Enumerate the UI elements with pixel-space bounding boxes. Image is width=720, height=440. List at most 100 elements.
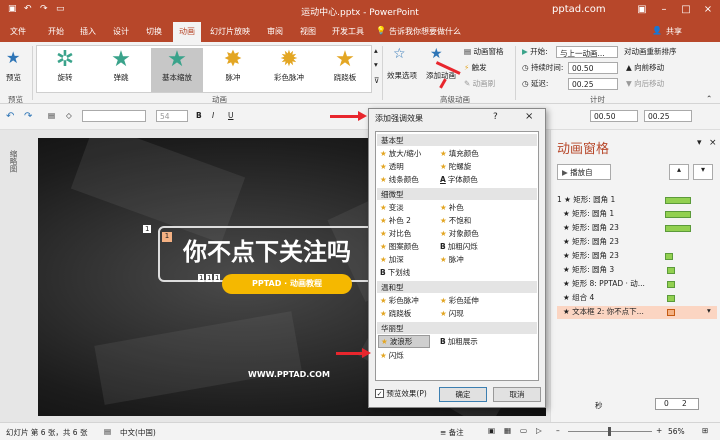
- effect-grow-with-color[interactable]: ★ 彩色延伸: [440, 295, 479, 306]
- slideshow-icon[interactable]: ▷: [536, 426, 542, 435]
- gallery-scroll-up-icon[interactable]: ▴: [374, 46, 378, 55]
- maximize-button[interactable]: □: [678, 3, 694, 17]
- tab-developer[interactable]: 开发工具: [332, 26, 364, 37]
- redo-icon[interactable]: ↷: [24, 111, 32, 122]
- effect-grow-shrink[interactable]: ★ 放大/缩小: [380, 148, 421, 159]
- slide-title[interactable]: 你不点下关注吗: [183, 232, 351, 267]
- tab-home[interactable]: 开始: [48, 26, 64, 37]
- effect-pattern-color[interactable]: ★ 图案颜色: [380, 241, 419, 252]
- close-button[interactable]: ×: [700, 3, 716, 17]
- zoom-in-icon[interactable]: +: [656, 426, 662, 435]
- animation-list-item[interactable]: ★ 矩形: 圆角 23: [557, 250, 717, 263]
- effect-complementary-2[interactable]: ★ 补色 2: [380, 215, 411, 226]
- item-dropdown-icon[interactable]: ▾: [707, 306, 711, 315]
- effect-transparency[interactable]: ★ 透明: [380, 161, 404, 172]
- effect-object-color[interactable]: ★ 对象颜色: [440, 228, 479, 239]
- font-size-input[interactable]: 54: [156, 110, 188, 122]
- gallery-item-spin[interactable]: ✲ 旋转: [39, 48, 91, 92]
- duration-spin[interactable]: 00.50: [590, 110, 638, 122]
- move-later-button[interactable]: ▼ 向后移动: [626, 78, 664, 89]
- pane-options-icon[interactable]: ▾: [697, 138, 702, 148]
- duration-input[interactable]: 00.50: [568, 62, 618, 74]
- animation-list-item[interactable]: ★ 矩形 8: PPTAD · 动...: [557, 278, 717, 291]
- notes-button[interactable]: ≡ 备注: [440, 427, 464, 438]
- animation-list-item-selected[interactable]: ★ 文本框 2: 你不点下... ▾: [557, 306, 717, 319]
- effect-line-color[interactable]: ★ 线条颜色: [380, 174, 419, 185]
- font-family-select[interactable]: [82, 110, 146, 122]
- shape-icon[interactable]: ◇: [66, 111, 72, 120]
- ribbon-display-icon[interactable]: ▣: [634, 3, 650, 17]
- tab-slideshow[interactable]: 幻灯片放映: [210, 26, 250, 37]
- effect-contrasting-color[interactable]: ★ 对比色: [380, 228, 411, 239]
- animation-list-item[interactable]: ★ 矩形: 圆角 3: [557, 264, 717, 277]
- move-down-button[interactable]: ▾: [693, 164, 713, 180]
- zoom-slider-thumb[interactable]: [608, 427, 611, 436]
- trigger-button[interactable]: ⚡ 触发: [464, 62, 487, 73]
- effect-underline[interactable]: B 下划线: [380, 267, 410, 278]
- dialog-close-button[interactable]: ×: [525, 111, 533, 122]
- effect-pulse[interactable]: ★ 脉冲: [440, 254, 464, 265]
- help-button[interactable]: ?: [493, 112, 498, 122]
- effect-complementary[interactable]: ★ 补色: [440, 202, 464, 213]
- animation-list-item[interactable]: ★ 矩形: 圆角 23: [557, 222, 717, 235]
- gallery-item-basic-zoom[interactable]: ★ 基本缩放: [151, 48, 203, 92]
- slide-url[interactable]: WWW.PPTAD.COM: [248, 370, 330, 379]
- effect-blink[interactable]: ★ 闪烁: [380, 350, 404, 361]
- effect-font-color[interactable]: A 字体颜色: [440, 174, 478, 185]
- cancel-button[interactable]: 取消: [493, 387, 541, 402]
- effect-teeter[interactable]: ★ 跷跷板: [380, 308, 411, 319]
- collapse-ribbon-icon[interactable]: ⌃: [706, 94, 712, 103]
- move-up-button[interactable]: ▴: [669, 164, 689, 180]
- gallery-item-pulse[interactable]: ✸ 脉冲: [207, 48, 259, 92]
- delay-input[interactable]: 00.25: [568, 78, 618, 90]
- effect-desaturate-fade[interactable]: ★ 变淡: [380, 202, 404, 213]
- fit-to-window-icon[interactable]: ⊞: [702, 426, 708, 435]
- format-painter-icon[interactable]: ▤: [48, 111, 55, 120]
- undo-icon[interactable]: ↶: [6, 111, 14, 122]
- effect-flicker[interactable]: ★ 闪现: [440, 308, 464, 319]
- animation-list-item[interactable]: ★ 矩形: 圆角 1: [557, 208, 717, 221]
- effect-options-icon[interactable]: ☆: [393, 46, 406, 62]
- animation-pane-button[interactable]: ▤ 动画窗格: [464, 46, 503, 57]
- preview-button[interactable]: 预览: [6, 72, 21, 83]
- ok-button[interactable]: 确定: [439, 387, 487, 402]
- zoom-out-icon[interactable]: –: [556, 426, 560, 435]
- effect-desaturate[interactable]: ★ 不饱和: [440, 215, 471, 226]
- tab-transitions[interactable]: 切换: [146, 26, 162, 37]
- play-from-button[interactable]: ▶ 播放自: [557, 164, 611, 180]
- tab-view[interactable]: 视图: [300, 26, 316, 37]
- gallery-item-color-pulse[interactable]: ✹ 彩色脉冲: [263, 48, 315, 92]
- tab-file[interactable]: 文件: [10, 26, 26, 37]
- animation-painter-button[interactable]: ✎ 动画刷: [464, 78, 495, 89]
- gallery-more-icon[interactable]: ⊽: [374, 76, 380, 85]
- effect-bold-flash[interactable]: B 加粗闪烁: [440, 241, 478, 252]
- underline-icon[interactable]: U: [228, 111, 234, 120]
- preview-effect-checkbox[interactable]: ✓ 预览效果(P): [375, 388, 427, 399]
- effect-spin[interactable]: ★ 陀螺旋: [440, 161, 471, 172]
- thumbnail-pane-toggle[interactable]: 缩略图: [8, 150, 19, 173]
- move-earlier-button[interactable]: ▲ 向前移动: [626, 62, 664, 73]
- language-indicator[interactable]: 中文(中国): [120, 427, 156, 438]
- zoom-level[interactable]: 56%: [668, 427, 685, 436]
- subtitle-pill[interactable]: PPTAD · 动画教程: [222, 274, 352, 294]
- slide-sorter-icon[interactable]: ▦: [504, 426, 511, 435]
- reading-view-icon[interactable]: ▭: [520, 426, 527, 435]
- gallery-scroll-down-icon[interactable]: ▾: [374, 60, 378, 69]
- share-button[interactable]: 共享: [666, 26, 682, 37]
- tab-design[interactable]: 设计: [113, 26, 129, 37]
- gallery-item-bounce[interactable]: ★ 弹跳: [95, 48, 147, 92]
- tab-animations[interactable]: 动画: [173, 22, 201, 42]
- tab-insert[interactable]: 插入: [80, 26, 96, 37]
- animation-list-item[interactable]: 1 ★ 矩形: 圆角 1: [557, 194, 717, 207]
- italic-icon[interactable]: I: [212, 111, 214, 120]
- gallery-item-teeter[interactable]: ★ 跷跷板: [319, 48, 371, 92]
- delay-spin[interactable]: 00.25: [644, 110, 692, 122]
- effect-wave-selected[interactable]: ★ 波浪形: [378, 335, 430, 348]
- add-animation-icon[interactable]: ★: [430, 46, 443, 62]
- animation-list-item[interactable]: ★ 组合 4: [557, 292, 717, 305]
- effect-bold-reveal[interactable]: B 加粗展示: [440, 336, 478, 347]
- pane-close-icon[interactable]: ×: [709, 138, 717, 148]
- start-select[interactable]: 与上一动画...: [556, 46, 618, 58]
- minimize-button[interactable]: –: [656, 3, 672, 17]
- timeline-scale[interactable]: 02: [655, 398, 699, 410]
